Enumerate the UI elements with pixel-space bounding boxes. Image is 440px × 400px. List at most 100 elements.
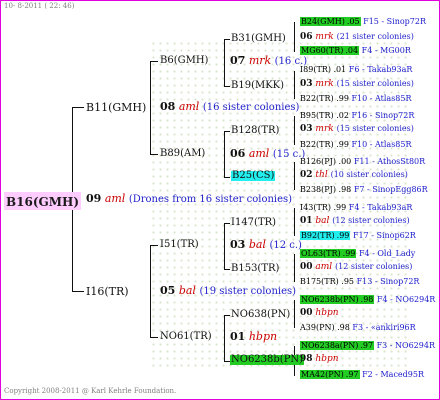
- g1-node[interactable]: I16(TR): [86, 286, 129, 297]
- g3-node[interactable]: NO6238b(PN): [230, 355, 305, 365]
- leaf-name: B238(PJ): [300, 185, 336, 194]
- leaf-ref: F10 - Atlas85R: [351, 94, 412, 103]
- queen-line: hbpn: [315, 308, 339, 318]
- g3-node[interactable]: B19(MKK): [231, 81, 284, 91]
- root-gen: 09: [86, 192, 102, 205]
- sister-note: (12 sister colonies): [335, 262, 413, 271]
- queen-line: bal: [315, 216, 330, 226]
- gen-number: 06: [230, 147, 246, 160]
- g3-node[interactable]: B31(GMH): [231, 34, 286, 44]
- connector: [224, 223, 230, 224]
- g1-info: 08 aml (16 sister colonies): [160, 101, 299, 113]
- g4-leaf[interactable]: B22(TR) .99 F10 - Atlas85R: [300, 95, 412, 103]
- g4-leaf[interactable]: B126(PJ) .00 F11 - AthosSt80R: [300, 158, 425, 166]
- g4-leaf[interactable]: MG60(TR) .04 F4 - MG00R: [300, 46, 411, 55]
- connector: [150, 61, 151, 154]
- sister-note: (12 c.): [269, 240, 302, 251]
- leaf-year: .00: [338, 157, 352, 166]
- g4-leaf[interactable]: B22(TR) .99 F10 - Atlas85R: [300, 141, 412, 149]
- g2-node[interactable]: I51(TR): [160, 240, 199, 250]
- queen-line: mrk: [315, 79, 334, 89]
- connector: [150, 245, 151, 337]
- connector: [294, 116, 295, 145]
- root-node[interactable]: B16(GMH): [4, 192, 82, 210]
- connector: [294, 208, 295, 236]
- g4-leaf[interactable]: A39(PN) .98 F3 - «ankiri96R: [300, 324, 416, 332]
- gen-number: 05: [160, 284, 176, 297]
- g2-info: 06 aml (15 c.): [230, 148, 305, 160]
- sister-note: (10 sister colonies): [330, 170, 408, 179]
- connector: [150, 61, 158, 62]
- g4-leaf[interactable]: I43(TR) .99 F4 - Takab93aR: [300, 204, 412, 212]
- g3-node[interactable]: B153(TR): [231, 264, 279, 274]
- g4-leaf[interactable]: I89(TR) .01 F6 - Takab93aR: [300, 66, 412, 74]
- leaf-name: OL63(TR): [300, 249, 342, 258]
- queen-line: bal: [248, 238, 266, 251]
- leaf-ref: F16 - Sinop72R: [351, 111, 415, 120]
- g4-leaf[interactable]: B175(TR) .95 F13 - Sinop72R: [300, 278, 419, 286]
- connector: [224, 131, 225, 177]
- g1-node[interactable]: B11(GMH): [86, 102, 146, 113]
- connector: [224, 39, 230, 40]
- g2-node[interactable]: B89(AM): [160, 149, 205, 159]
- leaf-name: A39(PN): [300, 323, 335, 332]
- gen-number: 06: [300, 32, 313, 42]
- leaf-name: I89(TR): [300, 65, 331, 74]
- sister-note: (19 sister colonies): [199, 286, 297, 297]
- sister-note: (15 sister colonies): [336, 124, 414, 133]
- g4-leaf[interactable]: OL63(TR) .99 F4 - Old_Lady: [300, 249, 415, 258]
- leaf-ref: F3 - «ankiri96R: [352, 323, 416, 332]
- leaf-year: .99: [336, 140, 349, 149]
- connector: [150, 337, 158, 338]
- leaf-name: NO6238b(PN): [300, 295, 360, 304]
- leaf-name: I43(TR): [300, 203, 331, 212]
- queen-line: mrk: [248, 54, 272, 67]
- g4-info: 00 aml (12 sister colonies): [300, 263, 412, 272]
- g4-leaf[interactable]: B95(TR) .02 F16 - Sinop72R: [300, 112, 414, 120]
- queen-line: thl: [315, 170, 328, 180]
- g4-leaf[interactable]: NO6238b(PN) .98 F4 - NO6294R: [300, 295, 435, 304]
- leaf-year: .98: [337, 323, 350, 332]
- g3-node[interactable]: B128(TR): [231, 126, 279, 136]
- leaf-name: MG60(TR): [300, 46, 345, 55]
- g3-node[interactable]: I147(TR): [231, 218, 276, 228]
- g4-leaf[interactable]: NO6238a(PN) .97 F3 - NO6294R: [300, 341, 435, 350]
- g4-leaf[interactable]: MA42(PN) .97 F2 - Maced95R: [300, 370, 424, 379]
- leaf-year: .02: [336, 111, 349, 120]
- g4-leaf[interactable]: B24(GMH) .05 F15 - Sinop72R: [300, 17, 426, 26]
- g2-node[interactable]: NO61(TR): [160, 332, 212, 342]
- leaf-ref: F13 - Sinop72R: [356, 277, 420, 286]
- leaf-year: .99: [341, 249, 357, 258]
- leaf-name: B22(TR): [300, 94, 334, 103]
- sister-note: (16 sister colonies): [202, 102, 300, 113]
- leaf-year: .99: [336, 94, 349, 103]
- g4-info: 03 mrk (15 sister colonies): [300, 80, 414, 89]
- footer-copyright: Copyright 2008-2011 @ Karl Kehrle Founda…: [4, 387, 177, 395]
- sister-note: (12 sister colonies): [332, 216, 410, 225]
- leaf-name: B22(TR): [300, 140, 334, 149]
- leaf-name: B175(TR): [300, 277, 339, 286]
- gen-number: 08: [160, 100, 176, 113]
- g2-node[interactable]: B6(GMH): [160, 56, 208, 66]
- gen-number: 01: [230, 330, 246, 343]
- g4-leaf[interactable]: B238(PJ) .98 F7 - SinopEgg86R: [300, 186, 428, 194]
- g4-info: 00 hbpn: [300, 309, 339, 318]
- gen-number: 03: [300, 124, 313, 134]
- g3-node[interactable]: NO638(PN): [231, 310, 290, 320]
- leaf-ref: F10 - Atlas85R: [351, 140, 412, 149]
- g2-info: 07 mrk (16 c.): [230, 55, 307, 67]
- leaf-year: .01: [333, 65, 347, 74]
- connector: [294, 300, 295, 328]
- queen-line: hbpn: [248, 330, 278, 343]
- leaf-name: B92(TR): [300, 231, 336, 240]
- leaf-ref: F15 - Sinop72R: [363, 17, 426, 26]
- leaf-ref: F6 - Takab93aR: [348, 65, 413, 74]
- gen-number: 03: [230, 238, 246, 251]
- connector: [294, 22, 295, 52]
- g3-node[interactable]: B25(CS): [231, 171, 276, 181]
- connector: [224, 315, 225, 361]
- queen-line: aml: [315, 262, 333, 272]
- leaf-name: B24(GMH): [300, 17, 346, 26]
- g2-info: 03 bal (12 c.): [230, 239, 302, 251]
- g4-leaf[interactable]: B92(TR) .99 F17 - Sinop62R: [300, 231, 416, 240]
